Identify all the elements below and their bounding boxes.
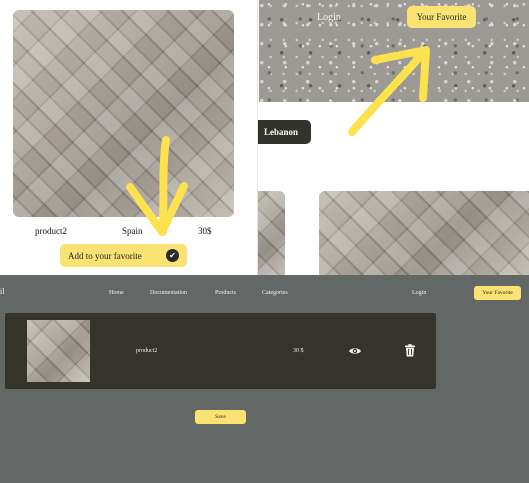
trash-icon[interactable] [404,344,416,357]
product-name: product2 [35,226,67,236]
eye-icon[interactable] [348,344,362,358]
product-tile[interactable] [258,191,285,275]
favorites-page: il Home Documentation Products Categorie… [0,275,529,483]
nav-login[interactable]: Login [412,290,426,296]
nav-documentation[interactable]: Documentation [150,290,187,296]
add-to-favorite-label: Add to your favorite [68,250,142,261]
product-tile[interactable] [319,191,529,275]
your-favorite-button[interactable]: Your Favorite [407,6,476,28]
check-circle-icon: ✔ [166,249,179,262]
country-tag-lebanon[interactable]: Lebanon [258,120,311,144]
favorite-thumbnail [27,320,90,382]
product-country: Spain [122,226,143,236]
nav-products[interactable]: Products [215,290,236,296]
add-to-favorite-button[interactable]: Add to your favorite ✔ [60,244,187,267]
brand-text-cut: il [0,287,5,296]
favorite-product-name: product2 [136,348,158,354]
product-image [13,10,234,217]
nav-home[interactable]: Home [109,290,124,296]
login-link[interactable]: Login [317,12,341,23]
favorite-row: product2 30 $ [5,313,436,389]
favorite-product-price: 30 $ [293,348,304,354]
product-price: 30$ [198,226,212,236]
nav-your-favorite-button[interactable]: Your Favorite [474,286,521,300]
save-button[interactable]: Save [195,410,246,424]
nav-categories[interactable]: Categories [262,290,288,296]
hero-banner [259,0,529,102]
